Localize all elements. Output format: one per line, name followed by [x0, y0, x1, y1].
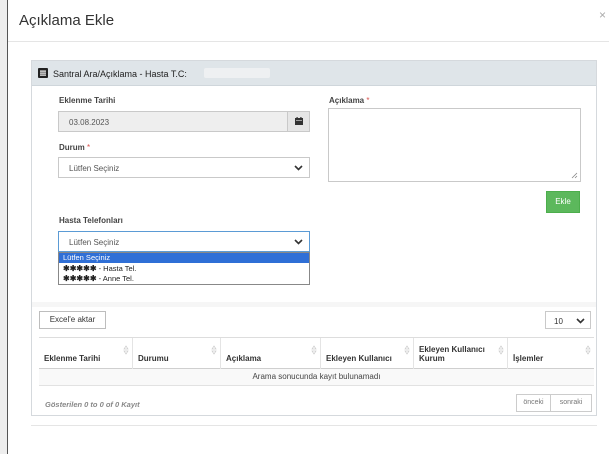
page-size-select[interactable]: 10: [545, 311, 591, 329]
chevron-down-icon: [294, 239, 303, 245]
toolbar-divider: [32, 302, 596, 307]
date-value: 03.08.2023: [69, 118, 110, 127]
modal-header: Açıklama Ekle ×: [8, 0, 609, 42]
add-button[interactable]: Ekle: [546, 191, 580, 213]
masked-phone: ✱✱✱✱✱: [63, 264, 97, 273]
next-page-button[interactable]: sonraki: [550, 394, 592, 412]
option-label: Lütfen Seçiniz: [63, 253, 111, 262]
column-header-label: Durumu: [138, 354, 169, 363]
sort-icon: [311, 345, 317, 355]
description-textarea[interactable]: [328, 108, 581, 182]
required-mark: *: [366, 96, 370, 105]
sort-icon: [123, 345, 129, 355]
excel-export-button[interactable]: Excel'e aktar: [39, 311, 106, 329]
column-header-label: Ekleyen Kullanıcı Kurum: [419, 345, 485, 363]
modal-footer-divider: [31, 425, 597, 426]
phones-select[interactable]: Lütfen Seçiniz: [58, 231, 310, 252]
required-mark: *: [87, 143, 91, 152]
calendar-icon: [295, 117, 303, 125]
sort-icon: [404, 345, 410, 355]
date-label: Eklenme Tarihi: [59, 96, 116, 105]
column-header-label: Eklenme Tarihi: [44, 354, 101, 363]
santral-panel: Santral Ara/Açıklama - Hasta T.C: Eklenm…: [31, 60, 597, 416]
sort-icon: [498, 345, 504, 355]
calendar-button[interactable]: [287, 112, 309, 131]
resize-grip-icon[interactable]: [571, 172, 578, 179]
column-header-description[interactable]: Açıklama: [220, 338, 320, 369]
option-label: - Anne Tel.: [96, 274, 134, 283]
panel-title: Santral Ara/Açıklama - Hasta T.C:: [53, 69, 187, 79]
phones-label: Hasta Telefonları: [59, 216, 123, 225]
modal-title: Açıklama Ekle: [19, 12, 115, 29]
sort-icon: [585, 345, 591, 355]
column-header-date[interactable]: Eklenme Tarihi: [39, 338, 132, 369]
option-label: - Hasta Tel.: [96, 264, 137, 273]
column-header-label: Ekleyen Kullanıcı: [326, 354, 392, 363]
redacted-tc-number: [204, 68, 270, 78]
status-select[interactable]: Lütfen Seçiniz: [58, 157, 310, 178]
table-info: Gösterilen 0 to 0 of 0 Kayıt: [45, 400, 140, 409]
close-button[interactable]: ×: [599, 8, 606, 22]
description-label: Açıklama *: [329, 96, 370, 105]
status-label: Durum *: [59, 143, 90, 152]
column-header-user-institution[interactable]: Ekleyen Kullanıcı Kurum: [413, 338, 507, 369]
list-box-icon: [38, 68, 48, 78]
date-field[interactable]: 03.08.2023: [58, 111, 310, 132]
dropdown-option[interactable]: Lütfen Seçiniz: [59, 253, 309, 263]
description-label-text: Açıklama: [329, 96, 365, 105]
chevron-down-icon: [576, 318, 585, 324]
panel-heading: Santral Ara/Açıklama - Hasta T.C:: [32, 61, 596, 86]
status-select-value: Lütfen Seçiniz: [69, 164, 120, 173]
column-header-status[interactable]: Durumu: [132, 338, 220, 369]
previous-page-button[interactable]: önceki: [516, 394, 551, 412]
table-empty-row: Arama sonucunda kayıt bulunamadı: [39, 369, 594, 386]
status-label-text: Durum: [59, 143, 85, 152]
column-header-label: İşlemler: [513, 354, 544, 363]
column-header-label: Açıklama: [226, 354, 262, 363]
dropdown-option[interactable]: ✱✱✱✱✱ - Hasta Tel.: [59, 264, 309, 273]
chevron-down-icon: [294, 165, 303, 171]
dropdown-option[interactable]: ✱✱✱✱✱ - Anne Tel.: [59, 274, 309, 283]
column-header-actions[interactable]: İşlemler: [507, 338, 594, 369]
modal-dialog: Açıklama Ekle × Santral Ara/Açıklama - H…: [7, 0, 609, 454]
column-header-user[interactable]: Ekleyen Kullanıcı: [320, 338, 413, 369]
sort-icon: [211, 345, 217, 355]
masked-phone: ✱✱✱✱✱: [63, 274, 97, 283]
page-size-value: 10: [554, 317, 563, 326]
phones-dropdown-list: Lütfen Seçiniz ✱✱✱✱✱ - Hasta Tel. ✱✱✱✱✱ …: [58, 252, 310, 285]
table-header: Eklenme Tarihi Durumu Açıklama Ekleyen K…: [39, 337, 594, 369]
phones-select-value: Lütfen Seçiniz: [69, 238, 120, 247]
